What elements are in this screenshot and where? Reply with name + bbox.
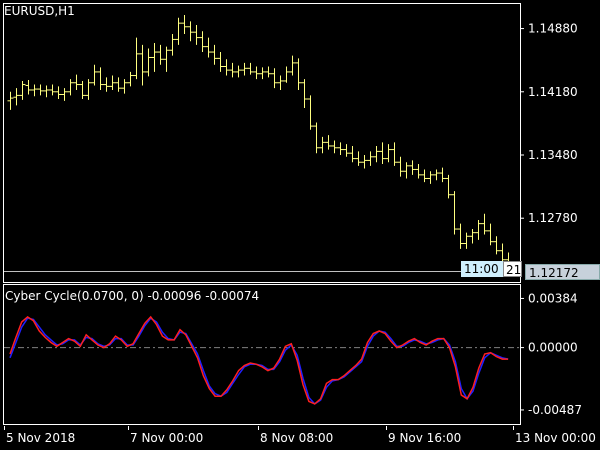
price-axis-label: 1.14180	[528, 85, 578, 99]
price-chart-pane[interactable]: 1.14880 1.14180 1.13480 1.12780 EURUSD,H1 1…	[0, 0, 600, 283]
time-axis-label: 5 Nov 2018	[6, 431, 75, 445]
price-axis-label: 1.13480	[528, 148, 578, 162]
indicator-axis-label: 0.00000	[528, 341, 578, 355]
symbol-timeframe-label: EURUSD,H1	[4, 4, 75, 18]
candle-time-badge: 11:00	[461, 261, 503, 277]
indicator-canvas[interactable]: 0.00384 0.00000 -0.00487	[0, 284, 600, 426]
time-axis-label: 7 Nov 00:00	[130, 431, 203, 445]
time-axis-label: 13 Nov 00:00	[515, 431, 596, 445]
indicator-pane[interactable]: 0.00384 0.00000 -0.00487	[0, 284, 600, 426]
price-chart-canvas[interactable]: 1.14880 1.14180 1.13480 1.12780	[0, 0, 600, 283]
indicator-axis-label: -0.00487	[528, 403, 582, 417]
time-axis: 5 Nov 2018 7 Nov 00:00 8 Nov 08:00 9 Nov 16…	[4, 426, 596, 445]
current-price-badge: 1.12172	[525, 264, 600, 280]
indicator-label: Cyber Cycle(0.0700, 0) -0.00096 -0.00074	[5, 289, 260, 303]
cyber-cycle-line	[9, 315, 509, 405]
price-axis-label: 1.14880	[528, 22, 578, 36]
time-axis-label: 8 Nov 08:00	[260, 431, 333, 445]
plot-frame	[3, 3, 521, 283]
indicator-axis-label: 0.00384	[528, 291, 578, 305]
indicator-frame	[3, 284, 521, 425]
price-axis-label: 1.12780	[528, 211, 578, 225]
countdown-badge: 21	[503, 261, 522, 277]
cyber-cycle-line	[9, 317, 509, 405]
time-axis-label: 9 Nov 16:00	[388, 431, 461, 445]
